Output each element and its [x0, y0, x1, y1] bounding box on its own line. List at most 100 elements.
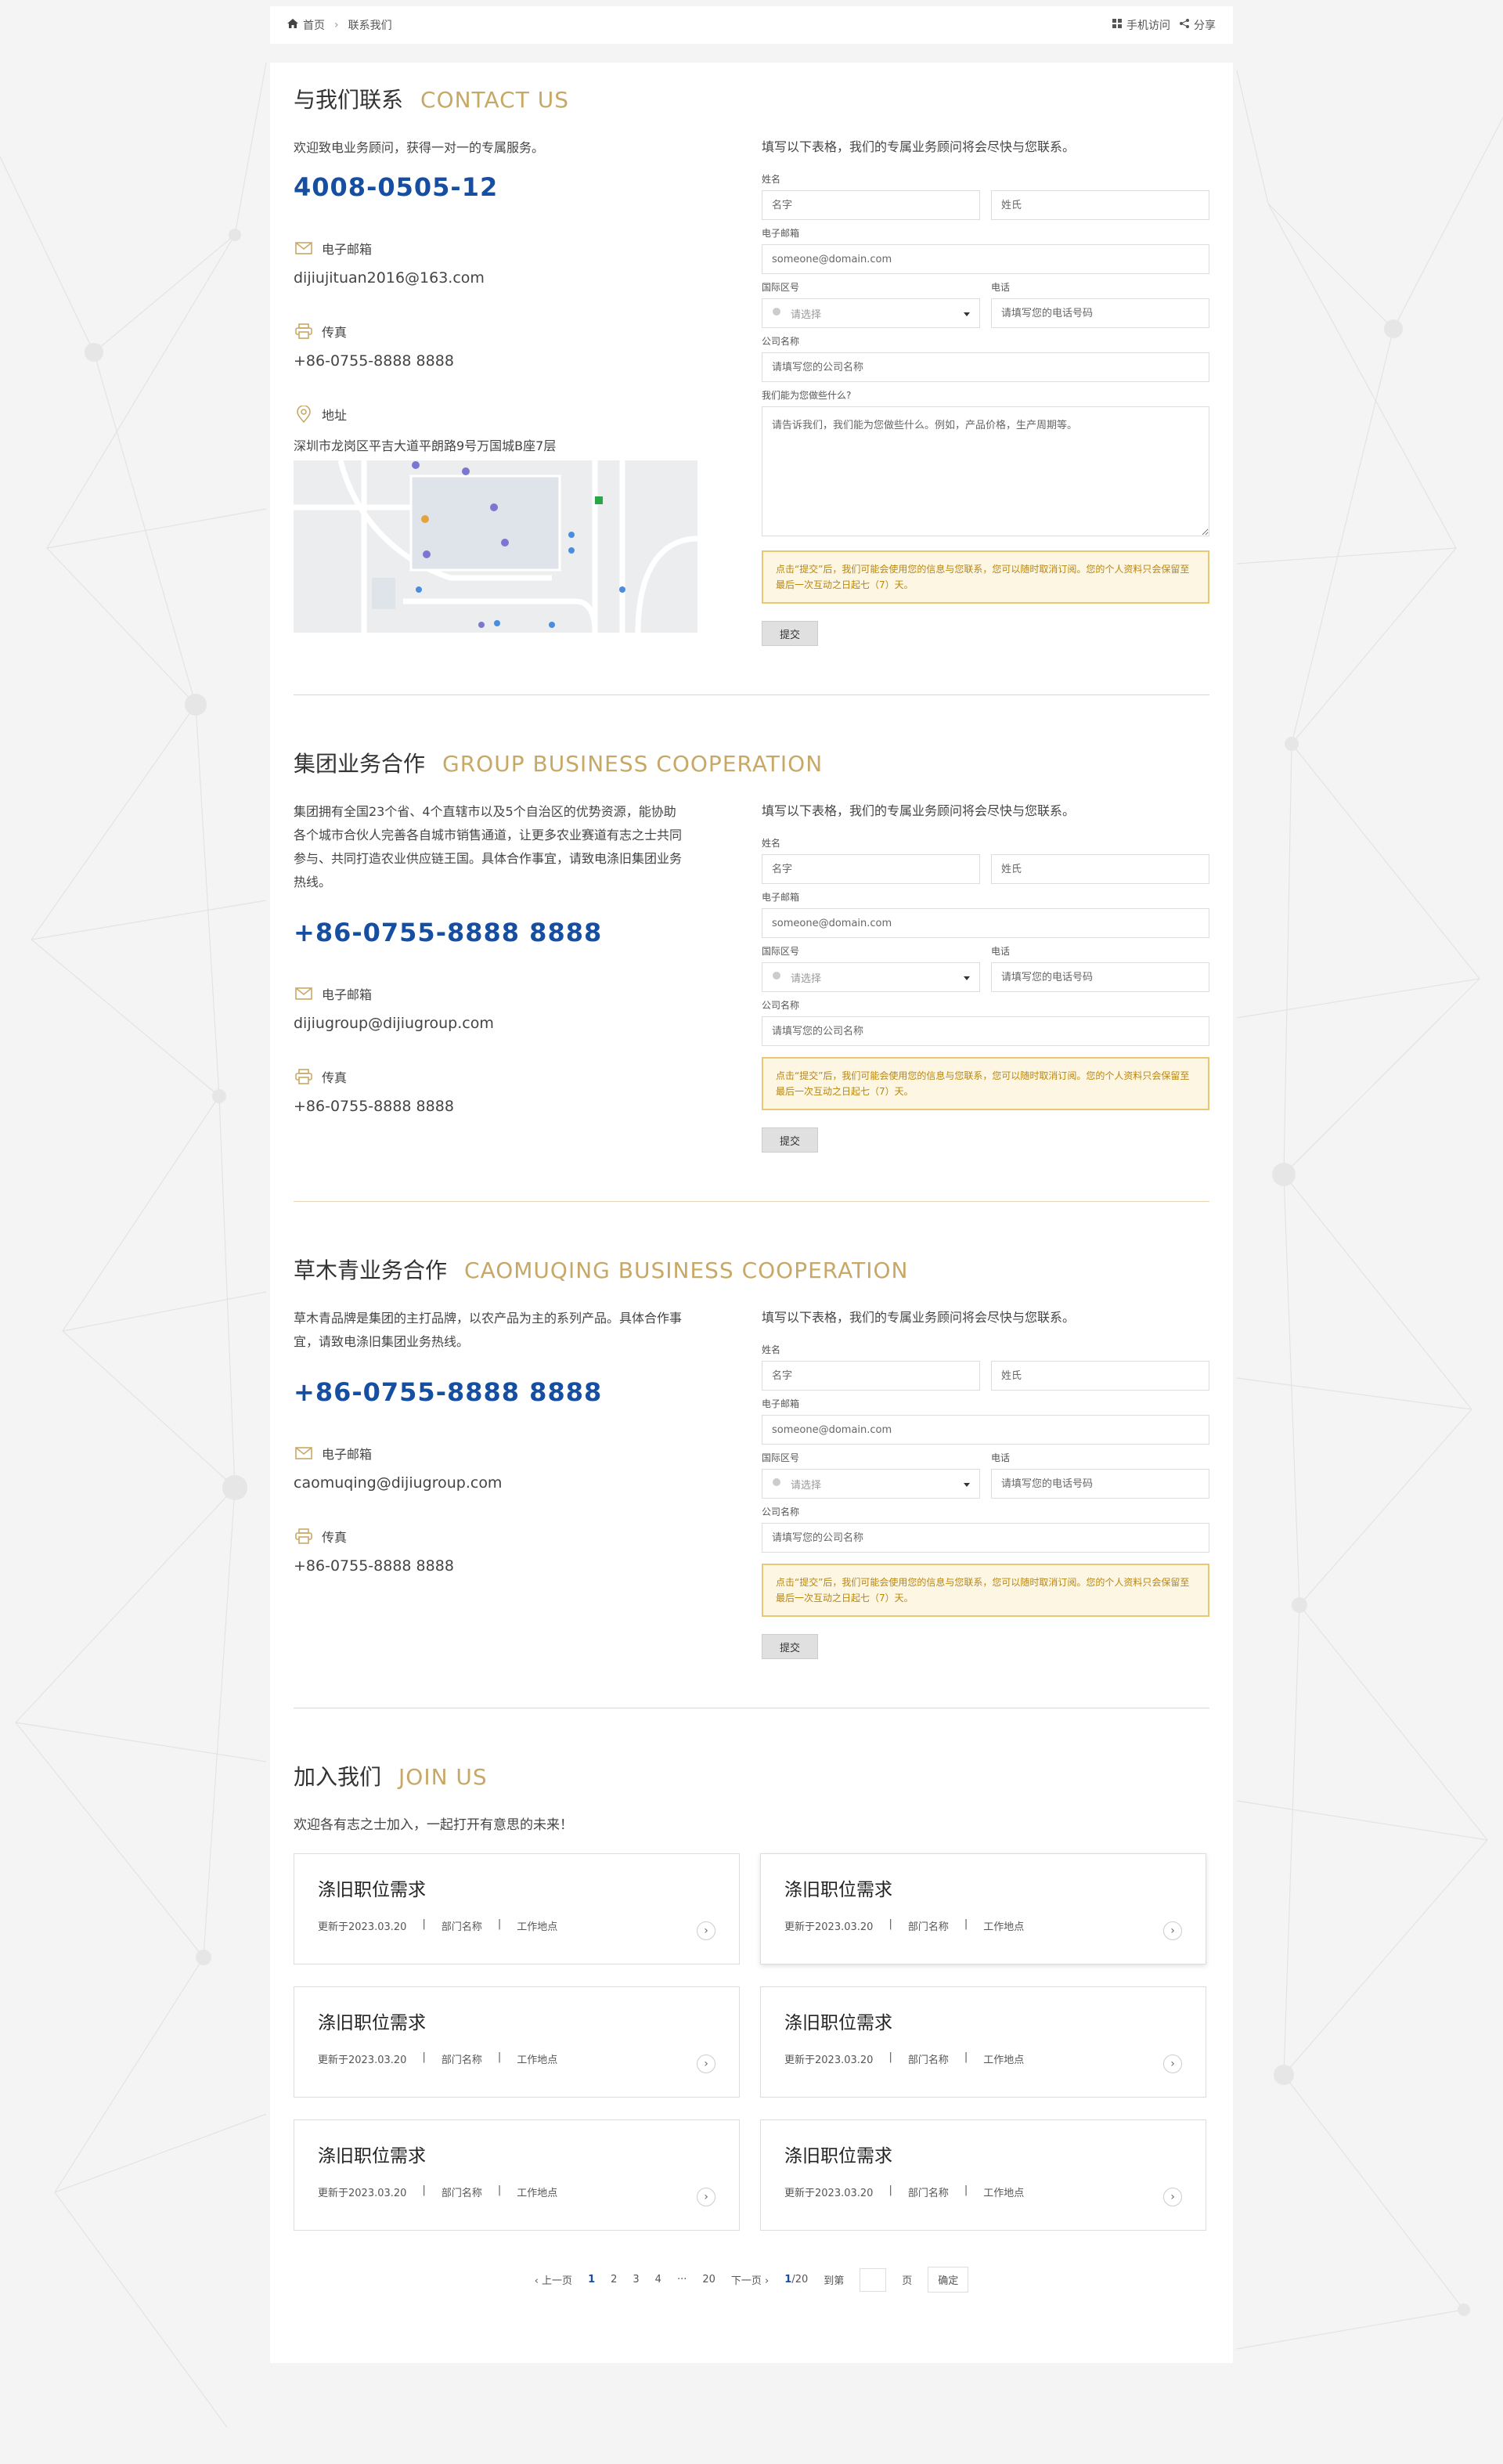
last-name-input[interactable] — [991, 854, 1209, 884]
title-en: JOIN US — [398, 1764, 488, 1790]
page-4[interactable]: 4 — [655, 2274, 661, 2285]
submit-button[interactable]: 提交 — [762, 1634, 818, 1659]
submit-button[interactable]: 提交 — [762, 1127, 818, 1153]
meta-separator: | — [964, 2051, 968, 2063]
phone-label: 电话 — [991, 946, 1011, 957]
last-name-input[interactable] — [991, 1361, 1209, 1391]
chevron-right-icon[interactable]: › — [697, 2055, 715, 2073]
job-dept: 部门名称 — [441, 1921, 482, 1933]
contact-phone[interactable]: 4008-0505-12 — [294, 172, 701, 202]
mail-icon — [294, 983, 314, 1004]
job-card[interactable]: 涤旧职位需求 更新于2023.03.20 | 部门名称 | 工作地点 › — [760, 1853, 1206, 1964]
printer-icon — [294, 1066, 314, 1087]
caomuqing-section: 草木青业务合作 CAOMUQING BUSINESS COOPERATION 草… — [294, 1249, 1209, 1708]
job-dept: 部门名称 — [907, 2055, 949, 2066]
page-3[interactable]: 3 — [633, 2274, 639, 2285]
job-card[interactable]: 涤旧职位需求 更新于2023.03.20 | 部门名称 | 工作地点 › — [294, 2119, 740, 2231]
title-cn: 与我们联系 — [294, 87, 404, 113]
email-input[interactable] — [762, 244, 1209, 274]
company-label: 公司名称 — [762, 1000, 800, 1011]
job-title: 涤旧职位需求 — [784, 2013, 892, 2033]
page-1[interactable]: 1 — [588, 2274, 595, 2285]
area-code-placeholder: 请选择 — [791, 1479, 822, 1492]
company-input[interactable] — [762, 352, 1209, 382]
area-code-select[interactable]: 请选择 — [762, 1469, 980, 1499]
first-name-input[interactable] — [762, 854, 980, 884]
form-intro: 填写以下表格，我们的专属业务顾问将会尽快与您联系。 — [762, 803, 1076, 818]
help-label: 我们能为您做些什么? — [762, 390, 852, 401]
email-value[interactable]: dijiugroup@dijiugroup.com — [294, 1015, 701, 1032]
job-location: 工作地点 — [517, 2188, 558, 2199]
page-last[interactable]: 20 — [702, 2274, 715, 2285]
title-cn: 草木青业务合作 — [294, 1257, 448, 1283]
email-value[interactable]: dijiujituan2016@163.com — [294, 269, 701, 287]
chevron-right-icon[interactable]: › — [1163, 2188, 1182, 2206]
mail-icon — [294, 238, 314, 258]
section-title: 草木青业务合作 CAOMUQING BUSINESS COOPERATION — [294, 1254, 1209, 1285]
goto-confirm-button[interactable]: 确定 — [928, 2267, 969, 2293]
first-name-input[interactable] — [762, 190, 980, 220]
job-card[interactable]: 涤旧职位需求 更新于2023.03.20 | 部门名称 | 工作地点 › — [760, 1986, 1206, 2098]
address-label: 地址 — [322, 408, 348, 423]
location-map[interactable] — [294, 460, 697, 633]
contact-intro: 欢迎致电业务顾问，获得一对一的专属服务。 — [294, 140, 545, 155]
caomuqing-phone[interactable]: +86-0755-8888 8888 — [294, 1377, 701, 1407]
form-intro: 填写以下表格，我们的专属业务顾问将会尽快与您联系。 — [762, 139, 1076, 154]
area-code-label: 国际区号 — [762, 282, 800, 293]
job-date: 更新于2023.03.20 — [784, 2188, 874, 2199]
meta-separator: | — [888, 2184, 892, 2196]
privacy-notice: 点击“提交”后，我们可能会使用您的信息与您联系，您可以随时取消订阅。您的个人资料… — [762, 550, 1209, 604]
goto-page-input[interactable] — [860, 2267, 887, 2292]
job-card[interactable]: 涤旧职位需求 更新于2023.03.20 | 部门名称 | 工作地点 › — [760, 2119, 1206, 2231]
job-location: 工作地点 — [517, 1921, 558, 1933]
meta-separator: | — [888, 1918, 892, 1930]
caomuqing-intro: 草木青品牌是集团的主打品牌，以农产品为主的系列产品。具体合作事宜，请致电涤旧集团… — [294, 1311, 683, 1349]
job-date: 更新于2023.03.20 — [784, 1921, 874, 1933]
message-textarea[interactable] — [762, 406, 1209, 536]
page-2[interactable]: 2 — [611, 2274, 617, 2285]
job-title: 涤旧职位需求 — [318, 2013, 426, 2033]
job-date: 更新于2023.03.20 — [784, 2055, 874, 2066]
email-value[interactable]: caomuqing@dijiugroup.com — [294, 1474, 701, 1492]
last-name-input[interactable] — [991, 190, 1209, 220]
chevron-right-icon[interactable]: › — [1163, 1921, 1182, 1940]
printer-icon — [294, 1526, 314, 1546]
company-input[interactable] — [762, 1016, 1209, 1046]
job-list: 涤旧职位需求 更新于2023.03.20 | 部门名称 | 工作地点 › 涤旧职位需求 … — [294, 1853, 1209, 2231]
job-date: 更新于2023.03.20 — [318, 2188, 407, 2199]
email-field-label: 电子邮箱 — [762, 1398, 800, 1409]
job-title: 涤旧职位需求 — [784, 2146, 892, 2166]
prev-page-button[interactable]: ‹ 上一页 — [535, 2272, 572, 2287]
chevron-right-icon[interactable]: › — [697, 1921, 715, 1940]
caret-down-icon — [964, 972, 970, 983]
phone-input[interactable] — [991, 962, 1209, 992]
breadcrumb-home[interactable]: 首页 — [287, 17, 325, 33]
area-code-select[interactable]: 请选择 — [762, 298, 980, 328]
job-card[interactable]: 涤旧职位需求 更新于2023.03.20 | 部门名称 | 工作地点 › — [294, 1986, 740, 2098]
submit-button[interactable]: 提交 — [762, 621, 818, 646]
mobile-visit-link[interactable]: 手机访问 — [1112, 17, 1170, 33]
email-input[interactable] — [762, 1415, 1209, 1445]
group-phone[interactable]: +86-0755-8888 8888 — [294, 918, 701, 947]
contact-section: 与我们联系 CONTACT US 欢迎致电业务顾问，获得一对一的专属服务。 40… — [294, 78, 1209, 695]
chevron-right-icon: › — [334, 19, 339, 31]
company-input[interactable] — [762, 1523, 1209, 1553]
area-code-select[interactable]: 请选择 — [762, 962, 980, 992]
phone-input[interactable] — [991, 298, 1209, 328]
chevron-right-icon[interactable]: › — [1163, 2055, 1182, 2073]
first-name-input[interactable] — [762, 1361, 980, 1391]
breadcrumb-bar: 首页 › 联系我们 手机访问 分享 — [270, 6, 1233, 44]
phone-input[interactable] — [991, 1469, 1209, 1499]
fax-label: 传真 — [322, 1070, 348, 1085]
email-input[interactable] — [762, 908, 1209, 938]
chevron-right-icon[interactable]: › — [697, 2188, 715, 2206]
globe-icon — [772, 971, 781, 983]
share-link[interactable]: 分享 — [1180, 17, 1216, 33]
next-page-button[interactable]: 下一页 › — [731, 2272, 769, 2287]
job-location: 工作地点 — [983, 2188, 1025, 2199]
group-intro: 集团拥有全国23个省、4个直辖市以及5个自治区的优势资源，能协助各个城市合伙人完… — [294, 804, 683, 889]
email-label: 电子邮箱 — [322, 1447, 373, 1462]
job-card[interactable]: 涤旧职位需求 更新于2023.03.20 | 部门名称 | 工作地点 › — [294, 1853, 740, 1964]
form-intro: 填写以下表格，我们的专属业务顾问将会尽快与您联系。 — [762, 1310, 1076, 1325]
mail-icon — [294, 1443, 314, 1463]
